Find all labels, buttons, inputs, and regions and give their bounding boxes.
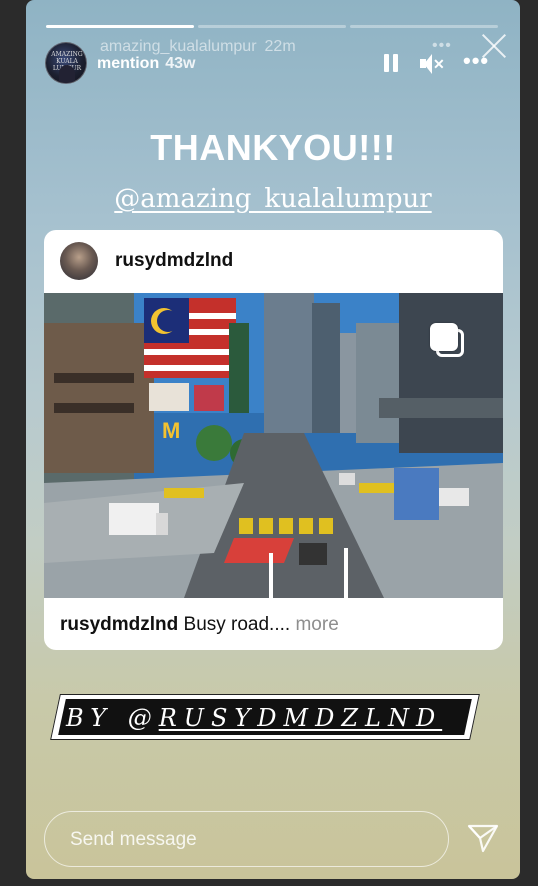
story-progress: [46, 25, 498, 28]
credit-label: BY @RUSYDMDZLND: [66, 704, 442, 732]
caption-username: rusydmdzlnd: [60, 614, 179, 635]
caption-more-link[interactable]: more: [295, 614, 338, 635]
shared-post-card[interactable]: rusydmdzlnd M rusydmdzlnd Busy road.... …: [44, 230, 503, 650]
previous-username: amazing_kualalumpur: [100, 38, 257, 55]
progress-segment-2: [198, 25, 346, 28]
previous-story-header: amazing_kualalumpur 22m: [100, 38, 296, 56]
pause-icon[interactable]: [383, 54, 399, 72]
account-avatar[interactable]: AMAZING KUALA LUMPUR: [45, 42, 87, 84]
caption-text: Busy road....: [183, 614, 291, 635]
story-time: 43w: [165, 55, 196, 72]
post-caption[interactable]: rusydmdzlnd Busy road.... more: [60, 614, 339, 636]
progress-segment-1: [46, 25, 194, 28]
credit-prefix: BY @: [66, 704, 159, 732]
previous-time: 22m: [264, 38, 296, 55]
story-username[interactable]: mention: [97, 55, 159, 72]
story-title: THANKYOU!!!: [150, 127, 396, 168]
post-username[interactable]: rusydmdzlnd: [115, 250, 233, 272]
svg-text:M: M: [162, 418, 180, 443]
send-icon[interactable]: [467, 823, 499, 853]
post-image[interactable]: M: [44, 293, 503, 598]
carousel-icon: [430, 323, 466, 359]
more-icon[interactable]: •••: [463, 50, 489, 72]
send-message-placeholder: Send message: [70, 829, 197, 850]
progress-segment-3: [350, 25, 498, 28]
post-avatar[interactable]: [60, 242, 98, 280]
mention-sticker[interactable]: @amazing_kualalumpur: [26, 184, 520, 214]
previous-more-icon: •••: [432, 37, 452, 54]
story-header: mention 43w: [97, 55, 195, 73]
mute-icon[interactable]: ✕: [420, 54, 445, 74]
credit-handle[interactable]: RUSYDMDZLND: [159, 704, 443, 732]
